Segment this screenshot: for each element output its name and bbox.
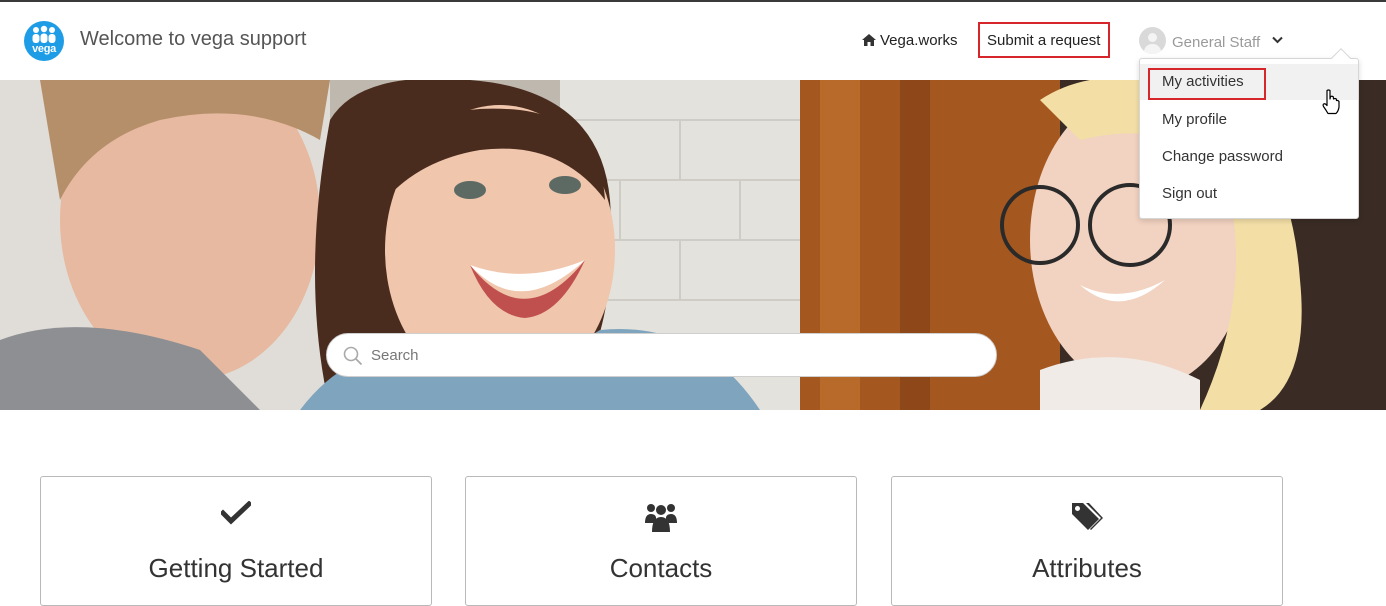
- logo-text: vega: [32, 43, 56, 55]
- tags-icon: [1072, 503, 1103, 530]
- chevron-down-icon: [1272, 36, 1283, 44]
- hand-cursor-icon: [1322, 89, 1340, 115]
- menu-item-label: My profile: [1162, 111, 1228, 128]
- card-title: Attributes: [1032, 553, 1142, 583]
- people-logo-icon: [32, 25, 56, 43]
- user-name: General Staff: [1172, 34, 1261, 51]
- submit-request-label: Submit a request: [987, 32, 1101, 49]
- card-contacts[interactable]: Contacts: [465, 476, 857, 606]
- card-title: Getting Started: [148, 553, 324, 583]
- site-title[interactable]: Welcome to vega support: [80, 28, 306, 51]
- search-icon: [343, 346, 363, 366]
- card-getting-started[interactable]: Getting Started: [40, 476, 432, 606]
- submit-request-link[interactable]: Submit a request: [978, 22, 1110, 58]
- menu-item-label: Sign out: [1162, 185, 1218, 202]
- vega-logo[interactable]: vega: [24, 21, 64, 61]
- menu-item-sign-out[interactable]: Sign out: [1140, 176, 1358, 212]
- card-title: Contacts: [609, 553, 713, 583]
- highlight-box: [1148, 68, 1266, 100]
- avatar: [1139, 27, 1166, 54]
- menu-item-change-password[interactable]: Change password: [1140, 139, 1358, 175]
- search-input[interactable]: [371, 344, 971, 366]
- checkmark-icon: [219, 500, 253, 525]
- search-box[interactable]: [326, 333, 997, 377]
- vega-works-link[interactable]: Vega.works: [862, 32, 958, 49]
- users-icon: [645, 504, 677, 532]
- menu-item-label: Change password: [1162, 148, 1283, 165]
- vega-works-label: Vega.works: [880, 32, 958, 49]
- user-dropdown-menu: My activities My profile Change password…: [1139, 48, 1359, 219]
- home-icon: [862, 34, 876, 46]
- card-attributes[interactable]: Attributes: [891, 476, 1283, 606]
